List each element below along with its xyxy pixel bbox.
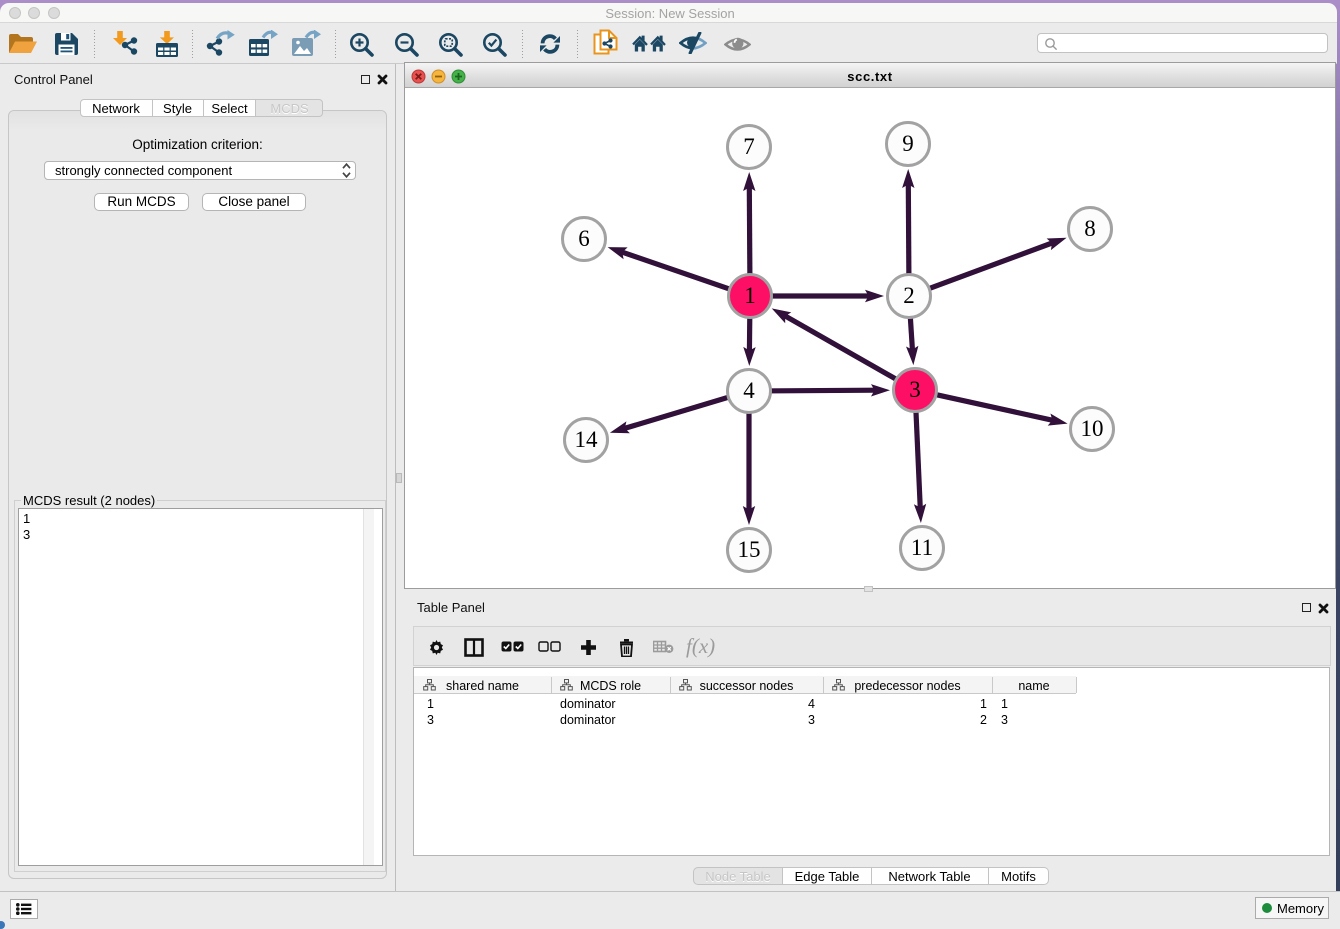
svg-text:10: 10: [1081, 416, 1104, 441]
svg-text:4: 4: [743, 378, 755, 403]
svg-text:1: 1: [744, 283, 756, 308]
svg-text:6: 6: [578, 226, 590, 251]
svg-text:3: 3: [909, 377, 921, 402]
svg-text:14: 14: [575, 427, 599, 452]
svg-text:9: 9: [902, 131, 914, 156]
svg-text:11: 11: [911, 535, 933, 560]
svg-text:7: 7: [743, 134, 755, 159]
svg-text:15: 15: [738, 537, 761, 562]
svg-text:8: 8: [1084, 216, 1096, 241]
svg-text:2: 2: [903, 283, 915, 308]
